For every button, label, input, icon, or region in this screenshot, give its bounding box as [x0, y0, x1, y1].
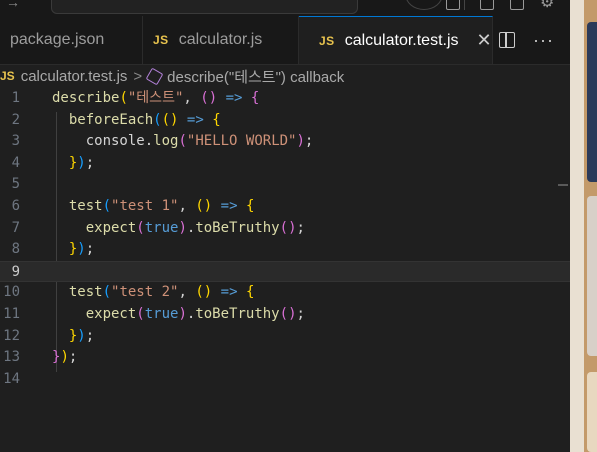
code-text: expect(true).toBeTruthy();: [85, 219, 305, 236]
line-number: 10: [3, 284, 20, 301]
command-center-search[interactable]: basic: [51, 0, 358, 14]
breadcrumb-separator: >: [133, 67, 143, 85]
code-line[interactable]: 10 test("test 2", () => {: [0, 282, 570, 304]
code-text: });: [68, 241, 95, 258]
code-line[interactable]: 12 });: [0, 326, 570, 348]
code-text: console.log("HELLO WORLD");: [85, 133, 314, 150]
titlebar-divider: [464, 0, 465, 10]
scrollbar-cursor-marker: [558, 184, 568, 186]
window-edge: [570, 0, 584, 452]
line-number: 2: [11, 111, 20, 128]
code-line[interactable]: 11 expect(true).toBeTruthy();: [0, 304, 570, 326]
tab-calculator-test-js[interactable]: JS calculator.test.js ✕: [299, 16, 493, 64]
tab-label: package.json: [10, 31, 105, 48]
code-text: test("test 2", () => {: [68, 284, 255, 301]
line-number: 3: [11, 133, 20, 150]
line-number: 1: [11, 90, 20, 106]
toggle-primary-sidebar-icon[interactable]: [446, 0, 460, 10]
tab-calculator-js[interactable]: JS calculator.js: [143, 16, 299, 64]
code-line[interactable]: 3 console.log("HELLO WORLD");: [0, 131, 570, 153]
title-bar: → basic ⚙: [0, 0, 570, 16]
code-line[interactable]: 5: [0, 174, 570, 196]
code-line[interactable]: 1 describe("테스트", () => {: [0, 88, 570, 110]
toggle-panel-icon[interactable]: [480, 0, 494, 10]
breadcrumb: JS calculator.test.js > describe("테스트") …: [0, 64, 570, 88]
thumbnail-image: [587, 372, 597, 452]
code-line[interactable]: 4 });: [0, 153, 570, 175]
code-text: beforeEach(() => {: [68, 111, 221, 128]
code-line[interactable]: 6 test("test 1", () => {: [0, 196, 570, 218]
background-window-edge: [570, 0, 597, 452]
code-text: });: [68, 327, 95, 344]
line-number: 6: [11, 198, 20, 214]
code-text: describe("테스트", () => {: [52, 90, 260, 106]
line-number: 5: [11, 176, 20, 193]
editor-tab-bar: package.json JS calculator.js JS calcula…: [0, 16, 570, 65]
toggle-secondary-sidebar-icon[interactable]: [510, 0, 524, 10]
customize-layout-icon[interactable]: ⚙: [540, 0, 554, 12]
editor-scrollbar[interactable]: [556, 88, 570, 452]
breadcrumb-symbol[interactable]: describe("테스트") callback: [167, 66, 344, 87]
code-line[interactable]: 2 beforeEach(() => {: [0, 110, 570, 132]
back-arrow-icon[interactable]: →: [6, 0, 20, 10]
breadcrumb-file[interactable]: calculator.test.js: [21, 68, 128, 85]
thumbnail-image: [587, 22, 597, 182]
js-file-icon: JS: [319, 33, 335, 48]
code-text: test("test 1", () => {: [68, 198, 255, 214]
line-number: 4: [11, 154, 20, 171]
account-icon[interactable]: [405, 0, 443, 10]
code-line[interactable]: 7 expect(true).toBeTruthy();: [0, 218, 570, 240]
line-number: 7: [11, 219, 20, 236]
code-editor[interactable]: 1 describe("테스트", () => { 2 beforeEach(() …: [0, 88, 570, 452]
code-text: expect(true).toBeTruthy();: [85, 306, 305, 322]
line-number: 9: [11, 263, 20, 280]
tab-label: calculator.js: [178, 31, 263, 48]
split-editor-icon[interactable]: [499, 32, 516, 48]
thumbnail-image: [587, 196, 597, 356]
code-text: });: [52, 349, 78, 366]
line-number: 13: [3, 349, 20, 366]
code-line[interactable]: 14: [0, 369, 570, 391]
editor-actions: ···: [499, 16, 554, 64]
tab-package-json[interactable]: package.json: [0, 16, 143, 64]
js-file-icon: JS: [153, 33, 169, 47]
js-file-icon: JS: [0, 69, 15, 83]
method-symbol-icon: [145, 67, 164, 85]
line-number: 12: [3, 327, 20, 344]
tab-label: calculator.test.js: [344, 31, 459, 49]
line-number: 8: [11, 241, 20, 258]
close-icon[interactable]: ✕: [477, 30, 492, 51]
line-number: 11: [3, 306, 20, 322]
code-line[interactable]: 13});: [0, 347, 570, 369]
code-line[interactable]: 9: [0, 260, 570, 283]
line-number: 14: [3, 370, 20, 387]
code-text: });: [68, 154, 95, 171]
more-actions-icon[interactable]: ···: [533, 30, 554, 51]
code-line[interactable]: 8 });: [0, 239, 570, 261]
